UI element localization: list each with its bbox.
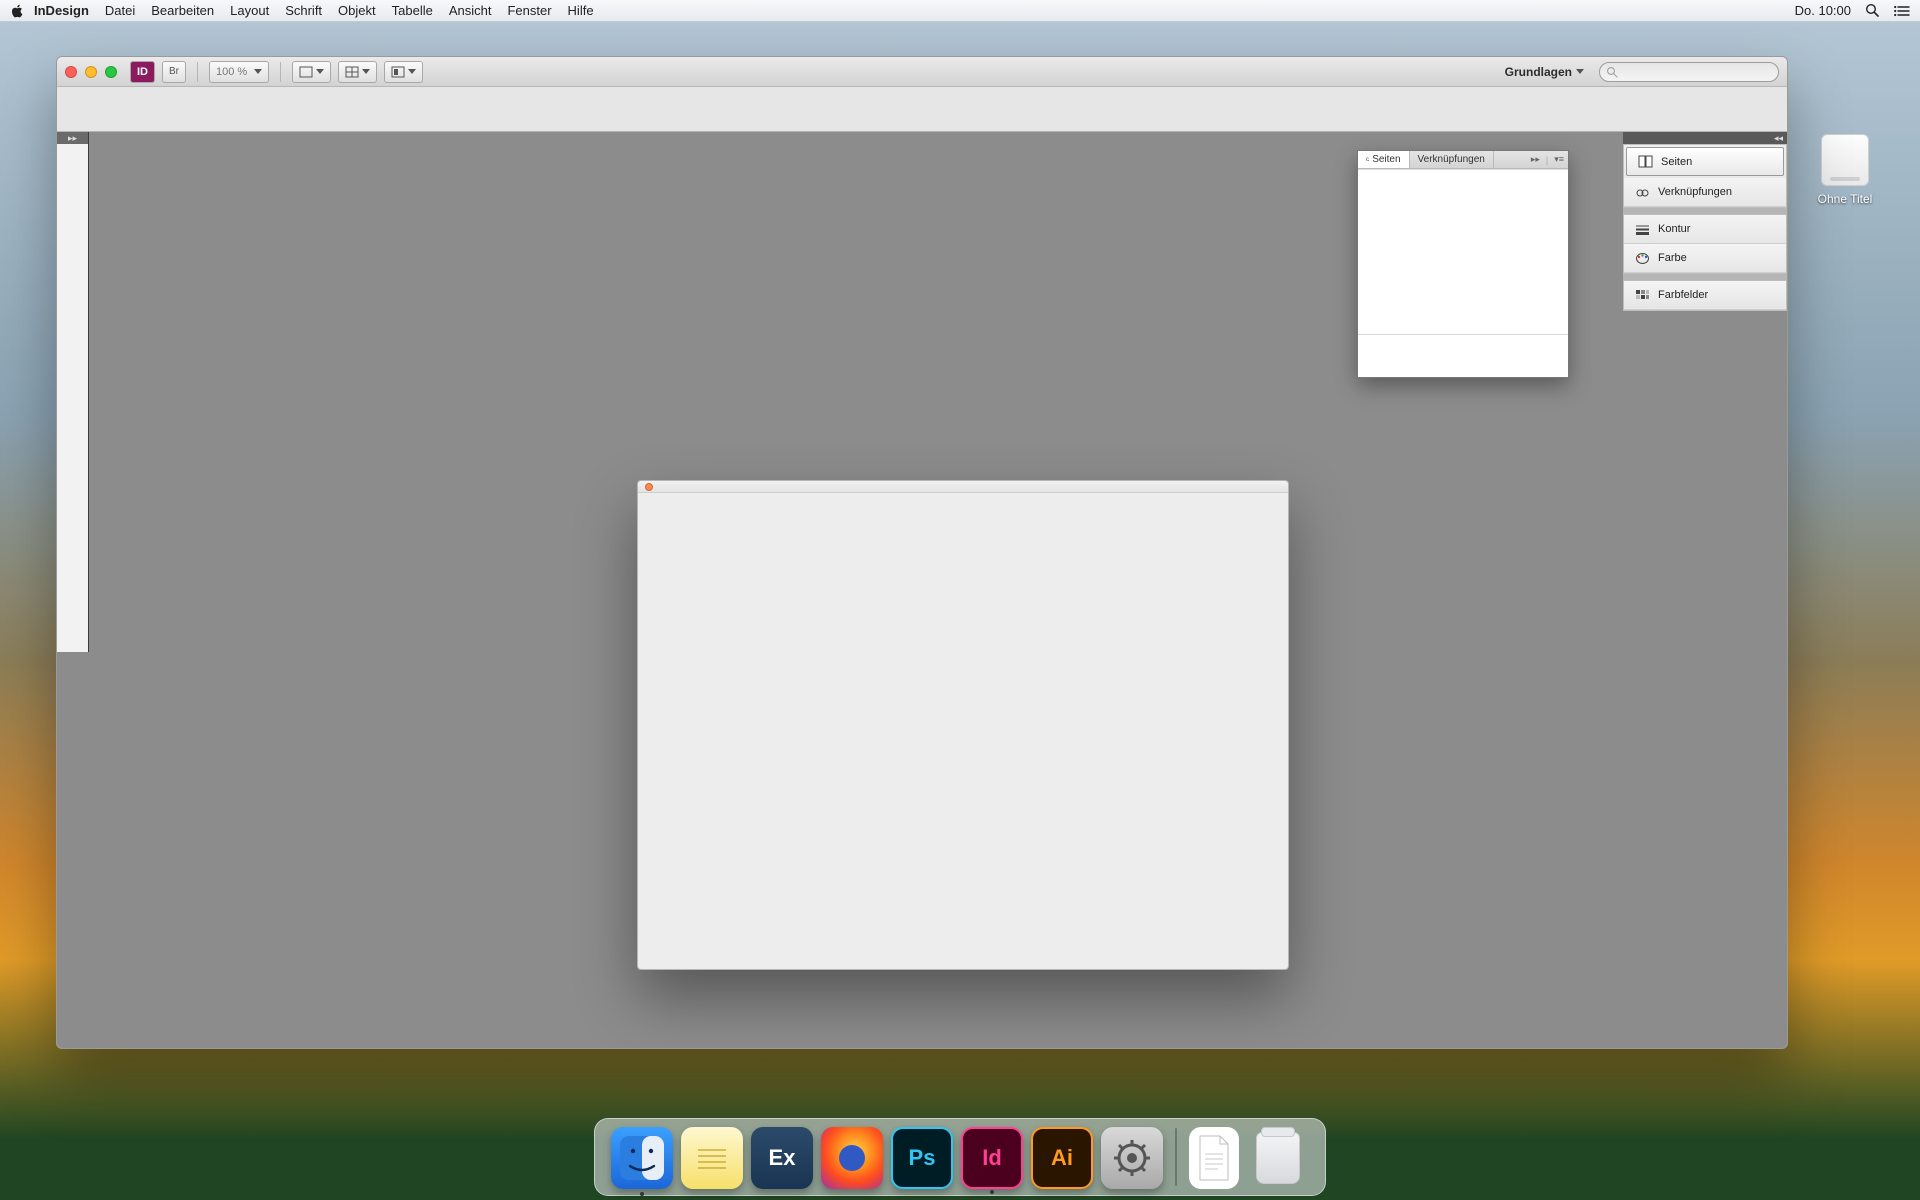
modal-dialog[interactable] — [637, 480, 1289, 970]
chevron-down-icon — [316, 69, 324, 74]
dock-app-photoshop[interactable]: Ps — [891, 1127, 953, 1189]
panel-collapse-icon[interactable]: ▸▸ — [1531, 154, 1540, 165]
menu-hilfe[interactable]: Hilfe — [568, 3, 594, 18]
dock-item-farbe[interactable]: Farbe — [1624, 244, 1786, 273]
drive-label: Ohne Titel — [1800, 192, 1890, 206]
dock-item-farbfelder[interactable]: Farbfelder — [1624, 281, 1786, 310]
close-window-button[interactable] — [65, 66, 77, 78]
desktop-drive[interactable]: Ohne Titel — [1800, 134, 1890, 206]
panel-tabs: ᶜ Seiten Verknüpfungen ▸▸ | ▾≡ — [1358, 151, 1568, 169]
minimize-window-button[interactable] — [85, 66, 97, 78]
workspace-label: Grundlagen — [1505, 65, 1572, 79]
dock-app-firefox[interactable] — [821, 1127, 883, 1189]
dock-item-label: Verknüpfungen — [1658, 186, 1732, 198]
swatches-icon — [1634, 288, 1650, 302]
running-indicator — [990, 1190, 994, 1194]
toolbar-separator — [197, 62, 198, 82]
dock-app-indesign[interactable]: Id — [961, 1127, 1023, 1189]
dock-group-pages: Seiten Verknüpfungen — [1623, 144, 1787, 208]
menu-objekt[interactable]: Objekt — [338, 3, 376, 18]
trash-icon — [1256, 1132, 1300, 1184]
dock-recent-document[interactable] — [1189, 1127, 1239, 1189]
macos-menubar: InDesign Datei Bearbeiten Layout Schrift… — [0, 0, 1920, 22]
dock-item-label: Farbfelder — [1658, 289, 1708, 301]
dock-trash[interactable] — [1247, 1127, 1309, 1189]
macos-dock: Ex Ps Id Ai — [594, 1118, 1326, 1196]
zoom-level-dropdown[interactable]: 100 % — [209, 61, 269, 83]
chevron-down-icon — [254, 69, 262, 74]
dock-app-extendscript[interactable]: Ex — [751, 1127, 813, 1189]
search-icon — [1606, 66, 1618, 78]
panel-tab-label: Seiten — [1372, 154, 1400, 165]
dock-app-illustrator[interactable]: Ai — [1031, 1127, 1093, 1189]
dock-item-kontur[interactable]: Kontur — [1624, 215, 1786, 244]
dock-app-system-preferences[interactable] — [1101, 1127, 1163, 1189]
panel-body — [1358, 169, 1568, 377]
menu-bearbeiten[interactable]: Bearbeiten — [151, 3, 214, 18]
chevron-down-icon — [362, 69, 370, 74]
help-search-field[interactable] — [1599, 62, 1779, 82]
menu-datei[interactable]: Datei — [105, 3, 135, 18]
expand-tools-icon[interactable]: ▸▸ — [57, 132, 88, 144]
stroke-icon — [1634, 222, 1650, 236]
bridge-button[interactable]: Br — [162, 61, 186, 83]
dock-item-verknuepfungen[interactable]: Verknüpfungen — [1624, 178, 1786, 207]
panel-tab-seiten[interactable]: ᶜ Seiten — [1358, 151, 1410, 168]
window-traffic-lights — [65, 66, 117, 78]
chevron-down-icon — [1576, 69, 1584, 74]
dock-item-label: Kontur — [1658, 223, 1690, 235]
dock-app-finder[interactable] — [611, 1127, 673, 1189]
menu-tabelle[interactable]: Tabelle — [392, 3, 433, 18]
zoom-window-button[interactable] — [105, 66, 117, 78]
view-options-button-2[interactable] — [338, 61, 377, 83]
color-icon — [1634, 251, 1650, 265]
toolbar-separator — [280, 62, 281, 82]
window-titlebar: ID Br 100 % Grundlagen — [57, 57, 1787, 87]
panel-tab-prefix: ᶜ — [1366, 155, 1369, 165]
view-options-button-1[interactable] — [292, 61, 331, 83]
links-icon — [1634, 185, 1650, 199]
right-panels-dock: ◂◂ Seiten Verknüpfungen Kontur — [1623, 132, 1787, 1048]
modal-close-button[interactable] — [645, 483, 653, 491]
tools-panel-collapsed[interactable]: ▸▸ — [57, 132, 89, 652]
dock-item-label: Farbe — [1658, 252, 1687, 264]
indesign-window: ID Br 100 % Grundlagen — [56, 56, 1788, 1049]
dock-app-notes[interactable] — [681, 1127, 743, 1189]
workspace-switcher[interactable]: Grundlagen — [1505, 65, 1584, 79]
panel-tab-verknuepfungen[interactable]: Verknüpfungen — [1410, 151, 1494, 168]
pages-icon — [1637, 155, 1653, 169]
menu-ansicht[interactable]: Ansicht — [449, 3, 492, 18]
menubar-list-icon[interactable] — [1894, 5, 1910, 17]
running-indicator — [640, 1192, 644, 1196]
app-name-menu[interactable]: InDesign — [34, 3, 89, 18]
dock-item-label: Seiten — [1661, 156, 1692, 168]
menu-fenster[interactable]: Fenster — [507, 3, 551, 18]
dock-group-stroke-color: Kontur Farbe — [1623, 214, 1787, 274]
spotlight-icon[interactable] — [1865, 3, 1880, 18]
app-icon-button[interactable]: ID — [130, 61, 155, 83]
screen-mode-button[interactable] — [384, 61, 423, 83]
document-workarea: ▸▸ ◂◂ Seiten Verknüpfungen Kontur — [57, 132, 1787, 1048]
dock-group-swatches: Farbfelder — [1623, 280, 1787, 311]
pages-panel[interactable]: ᶜ Seiten Verknüpfungen ▸▸ | ▾≡ — [1357, 150, 1569, 378]
apple-menu-icon[interactable] — [10, 4, 24, 18]
drive-icon — [1821, 134, 1869, 186]
chevron-down-icon — [408, 69, 416, 74]
modal-titlebar[interactable] — [638, 481, 1288, 493]
panel-menu-icon[interactable]: ▾≡ — [1554, 154, 1564, 165]
menu-schrift[interactable]: Schrift — [285, 3, 322, 18]
dock-item-seiten[interactable]: Seiten — [1626, 147, 1784, 176]
control-bar — [57, 87, 1787, 132]
panel-tab-label: Verknüpfungen — [1418, 154, 1485, 165]
zoom-level-value: 100 % — [216, 66, 247, 78]
dock-divider — [1175, 1128, 1177, 1186]
menubar-clock[interactable]: Do. 10:00 — [1795, 3, 1851, 18]
collapse-dock-icon[interactable]: ◂◂ — [1623, 132, 1787, 144]
menu-layout[interactable]: Layout — [230, 3, 269, 18]
